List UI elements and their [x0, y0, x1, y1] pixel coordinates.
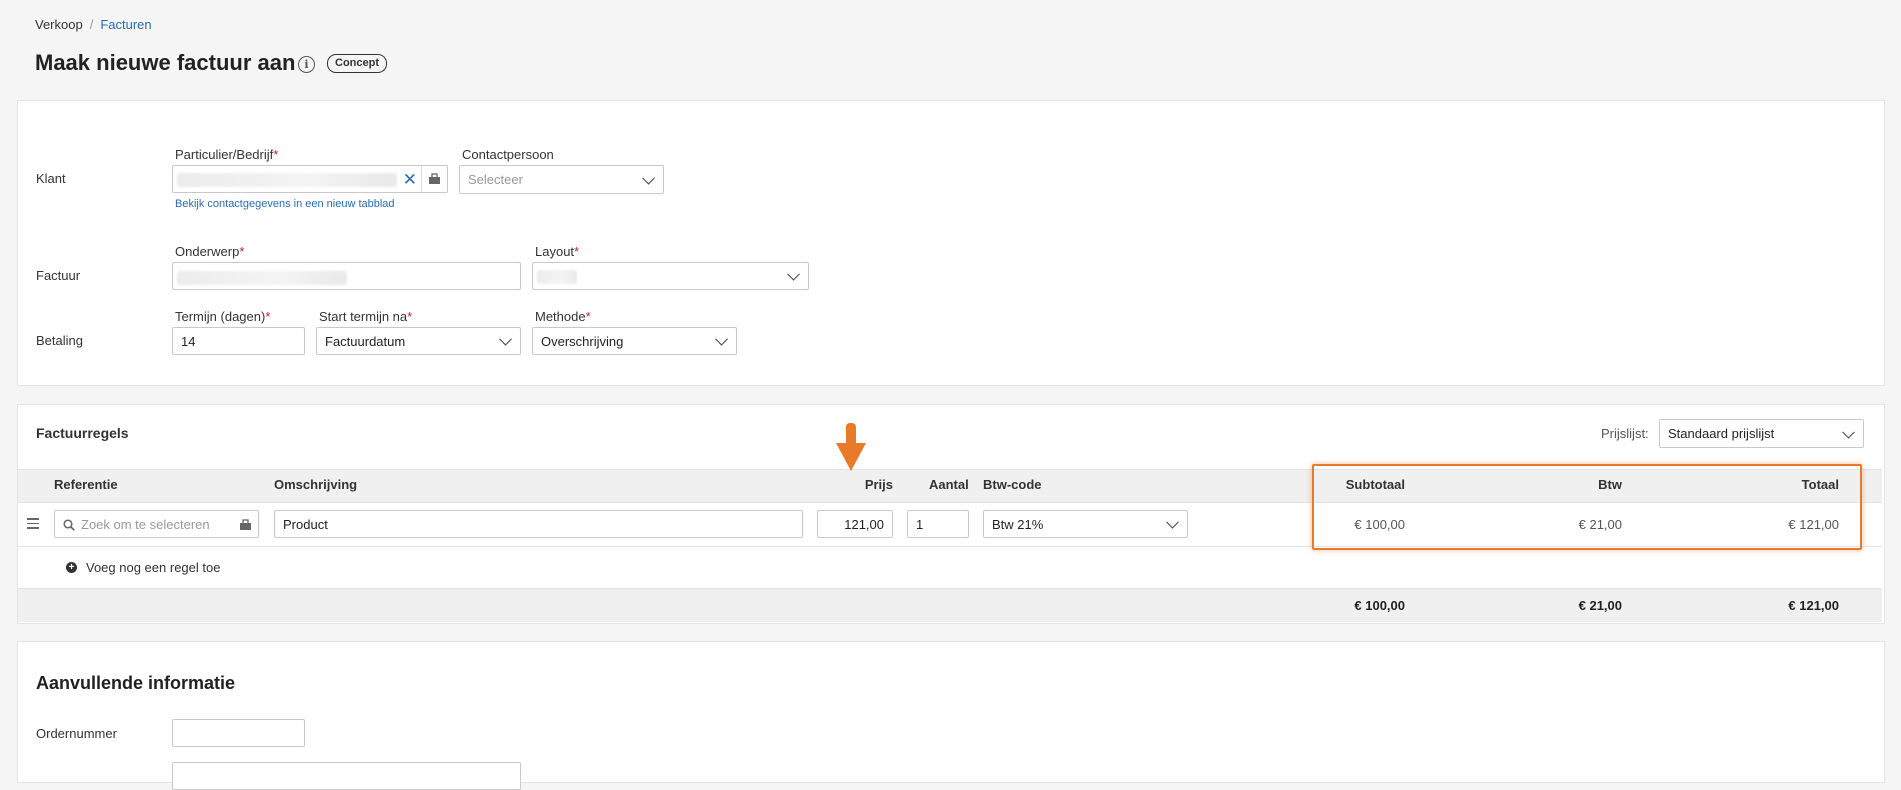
totals-highlight-box [1312, 464, 1862, 550]
order-number-label: Ordernummer [36, 726, 117, 741]
pricelist-label: Prijslijst: [1601, 426, 1649, 441]
vat-code-select[interactable]: Btw 21% [983, 510, 1188, 538]
contact-placeholder: Selecteer [468, 172, 523, 187]
address-book-icon[interactable] [239, 519, 252, 531]
description-value: Product [283, 516, 328, 532]
clear-icon[interactable]: ✕ [403, 170, 417, 190]
col-aantal: Aantal [929, 477, 969, 492]
term-input[interactable]: 14 [172, 327, 305, 355]
pricelist-value: Standaard prijslijst [1668, 426, 1775, 441]
next-field-input[interactable] [172, 762, 521, 790]
col-omschrijving: Omschrijving [274, 477, 358, 492]
total-total: € 121,00 [1788, 598, 1839, 613]
chevron-down-icon [787, 267, 800, 281]
contact-label: Contactpersoon [462, 147, 554, 162]
drag-handle-icon[interactable] [27, 518, 39, 529]
col-referentie: Referentie [54, 477, 118, 492]
col-prijs: Prijs [864, 477, 893, 492]
start-term-select[interactable]: Factuurdatum [316, 327, 521, 355]
customer-value-redacted [177, 173, 397, 187]
start-term-value: Factuurdatum [325, 333, 406, 349]
breadcrumb-separator: / [89, 17, 94, 32]
plus-circle-icon: + [66, 562, 77, 573]
description-input[interactable]: Product [274, 510, 803, 538]
total-subtotal: € 100,00 [1354, 598, 1405, 613]
chevron-down-icon [1842, 425, 1855, 439]
layout-value-redacted [537, 270, 577, 284]
term-value: 14 [181, 333, 196, 349]
col-btw-code: Btw-code [983, 477, 1042, 492]
method-select[interactable]: Overschrijving [532, 327, 737, 355]
info-icon[interactable]: i [298, 56, 315, 73]
status-badge: Concept [327, 54, 387, 73]
method-value: Overschrijving [541, 333, 624, 349]
chevron-down-icon [715, 332, 728, 346]
term-label: Termijn (dagen)* [175, 309, 271, 324]
contact-details-link[interactable]: Bekijk contactgegevens in een nieuw tabb… [175, 198, 395, 210]
breadcrumb-current[interactable]: Facturen [100, 17, 151, 32]
contact-select[interactable]: Selecteer [459, 165, 664, 194]
reference-search-input[interactable]: Zoek om te selecteren [54, 510, 259, 538]
layout-label: Layout* [535, 244, 580, 259]
subject-input[interactable] [172, 262, 521, 290]
layout-select[interactable] [532, 262, 809, 290]
total-vat: € 21,00 [1578, 598, 1622, 613]
price-value: 121,00 [844, 516, 884, 532]
customer-label: Particulier/Bedrijf* [175, 147, 279, 162]
chevron-down-icon [642, 171, 655, 185]
quantity-input[interactable]: 1 [907, 510, 969, 538]
breadcrumb: Verkoop / Facturen [35, 17, 152, 32]
chevron-down-icon [1166, 515, 1179, 529]
price-input[interactable]: 121,00 [817, 510, 893, 538]
vat-code-value: Btw 21% [992, 516, 1044, 532]
betaling-row-label: Betaling [36, 333, 83, 348]
subject-value-redacted [177, 271, 347, 285]
pricelist-select[interactable]: Standaard prijslijst [1659, 419, 1864, 448]
klant-row-label: Klant [36, 171, 66, 186]
customer-field[interactable]: ✕ [172, 165, 448, 193]
search-icon [63, 519, 75, 531]
additional-info-title: Aanvullende informatie [36, 673, 236, 693]
add-line-label: Voeg nog een regel toe [86, 560, 221, 575]
factuur-row-label: Factuur [36, 268, 81, 283]
order-number-input[interactable] [172, 719, 305, 747]
address-book-icon[interactable] [421, 166, 447, 192]
reference-placeholder: Zoek om te selecteren [81, 516, 210, 532]
chevron-down-icon [499, 332, 512, 346]
quantity-value: 1 [916, 516, 924, 532]
add-line-button[interactable]: + Voeg nog een regel toe [66, 560, 220, 575]
subject-label: Onderwerp* [175, 244, 245, 259]
method-label: Methode* [535, 309, 591, 324]
breadcrumb-parent[interactable]: Verkoop [35, 17, 83, 32]
invoice-lines-title: Factuurregels [36, 425, 129, 441]
page-title: Maak nieuwe factuur aan [35, 50, 296, 75]
arrow-down-icon [836, 423, 866, 471]
start-term-label: Start termijn na* [319, 309, 413, 324]
